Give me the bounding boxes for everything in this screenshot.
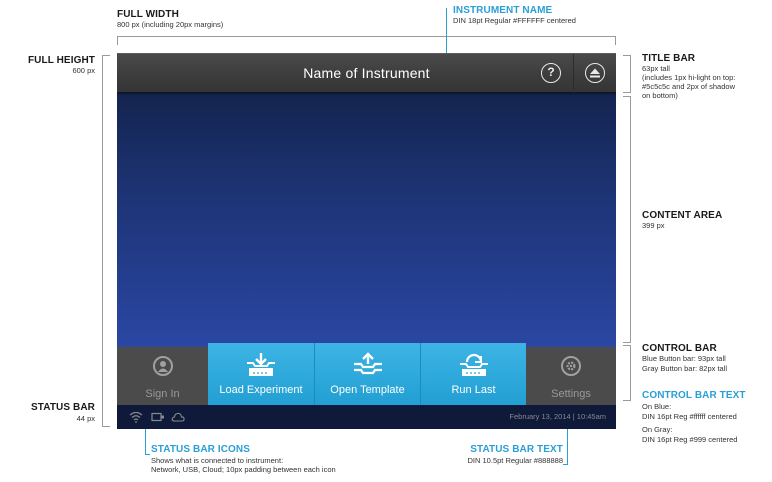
user-icon [152, 356, 173, 376]
title-bar-line4: on bottom) [642, 91, 678, 100]
control-bar-line1: Blue Button bar: 93px tall [642, 354, 726, 363]
full-width-title: FULL WIDTH [117, 9, 179, 20]
help-icon: ? [541, 63, 561, 83]
eject-icon [585, 63, 605, 83]
wifi-icon [129, 411, 143, 423]
cloud-icon [171, 412, 185, 422]
settings-label: Settings [551, 388, 591, 400]
load-experiment-label: Load Experiment [219, 384, 303, 396]
control-bar-text-line4: DIN 16pt Reg #999 centered [642, 435, 738, 444]
control-bar-text-line1: On Blue: [642, 402, 672, 411]
control-bar-line2: Gray Button bar: 82px tall [642, 364, 728, 373]
control-bar-text-line3: On Gray: [642, 425, 673, 434]
status-bar-icons-title: STATUS BAR ICONS [151, 444, 251, 455]
sign-in-label: Sign In [145, 388, 180, 400]
status-bar-text: 44 px [76, 414, 95, 423]
content-area [117, 92, 616, 347]
status-bar-icons-line2: Network, USB, Cloud; 10px padding betwee… [151, 465, 336, 474]
title-bar-line3: #5c5c5c and 2px of shadow [642, 82, 735, 91]
instrument-name-title: INSTRUMENT NAME [453, 5, 553, 16]
content-area-text: 399 px [642, 221, 665, 230]
usb-icon [151, 412, 164, 422]
status-text-leader-tick [563, 464, 568, 465]
content-area-bracket [623, 96, 631, 343]
full-height-text: 600 px [72, 66, 95, 75]
run-last-label: Run Last [451, 384, 496, 396]
status-bar: February 13, 2014 | 10:45am [117, 405, 616, 429]
status-icons-leader-tick [145, 454, 150, 455]
status-bar-text-title: STATUS BAR TEXT [470, 444, 563, 455]
title-bar-title: TITLE BAR [642, 53, 696, 64]
full-width-bracket [117, 36, 616, 45]
help-button[interactable]: ? [530, 54, 573, 93]
status-bar-icons-line1: Shows what is connected to instrument: [151, 456, 284, 465]
status-bar-title: STATUS BAR [31, 402, 95, 413]
full-height-title: FULL HEIGHT [27, 55, 95, 66]
sign-in-button[interactable]: Sign In [117, 347, 208, 405]
settings-button[interactable]: Settings [526, 347, 616, 405]
status-bar-text-spec: DIN 10.5pt Regular #888888 [467, 456, 563, 465]
blue-button-bar: Load Experiment Open Template Run Last [208, 343, 526, 405]
load-tray-icon [247, 353, 275, 376]
run-last-button[interactable]: Run Last [420, 343, 526, 405]
control-bar-text-line2: DIN 16pt Reg #ffffff centered [642, 412, 737, 421]
run-last-icon [459, 353, 488, 376]
title-bar-line2: (includes 1px hi-light on top: [642, 73, 736, 82]
open-template-button[interactable]: Open Template [314, 343, 420, 405]
control-bar: Sign In Load Experiment Open Template Ru… [117, 343, 616, 405]
title-bar: Name of Instrument ? [117, 53, 616, 93]
open-template-icon [353, 352, 382, 375]
instrument-name-text: DIN 18pt Regular #FFFFFF centered [453, 16, 576, 25]
full-height-bracket [102, 55, 110, 427]
control-bar-title: CONTROL BAR [642, 343, 717, 354]
instrument-screen: Name of Instrument ? Sign In Load Experi… [117, 53, 616, 429]
load-experiment-button[interactable]: Load Experiment [208, 343, 314, 405]
control-bar-text-title: CONTROL BAR TEXT [642, 390, 746, 401]
control-bar-bracket [623, 345, 631, 401]
status-datetime: February 13, 2014 | 10:45am [509, 412, 606, 421]
content-area-title: CONTENT AREA [642, 210, 723, 221]
title-bar-line1: 63px tall [642, 64, 670, 73]
full-width-text: 800 px (including 20px margins) [117, 20, 224, 29]
eject-button[interactable] [573, 54, 616, 93]
title-bar-bracket [623, 55, 631, 93]
open-template-label: Open Template [330, 384, 405, 396]
gear-icon [561, 356, 581, 376]
